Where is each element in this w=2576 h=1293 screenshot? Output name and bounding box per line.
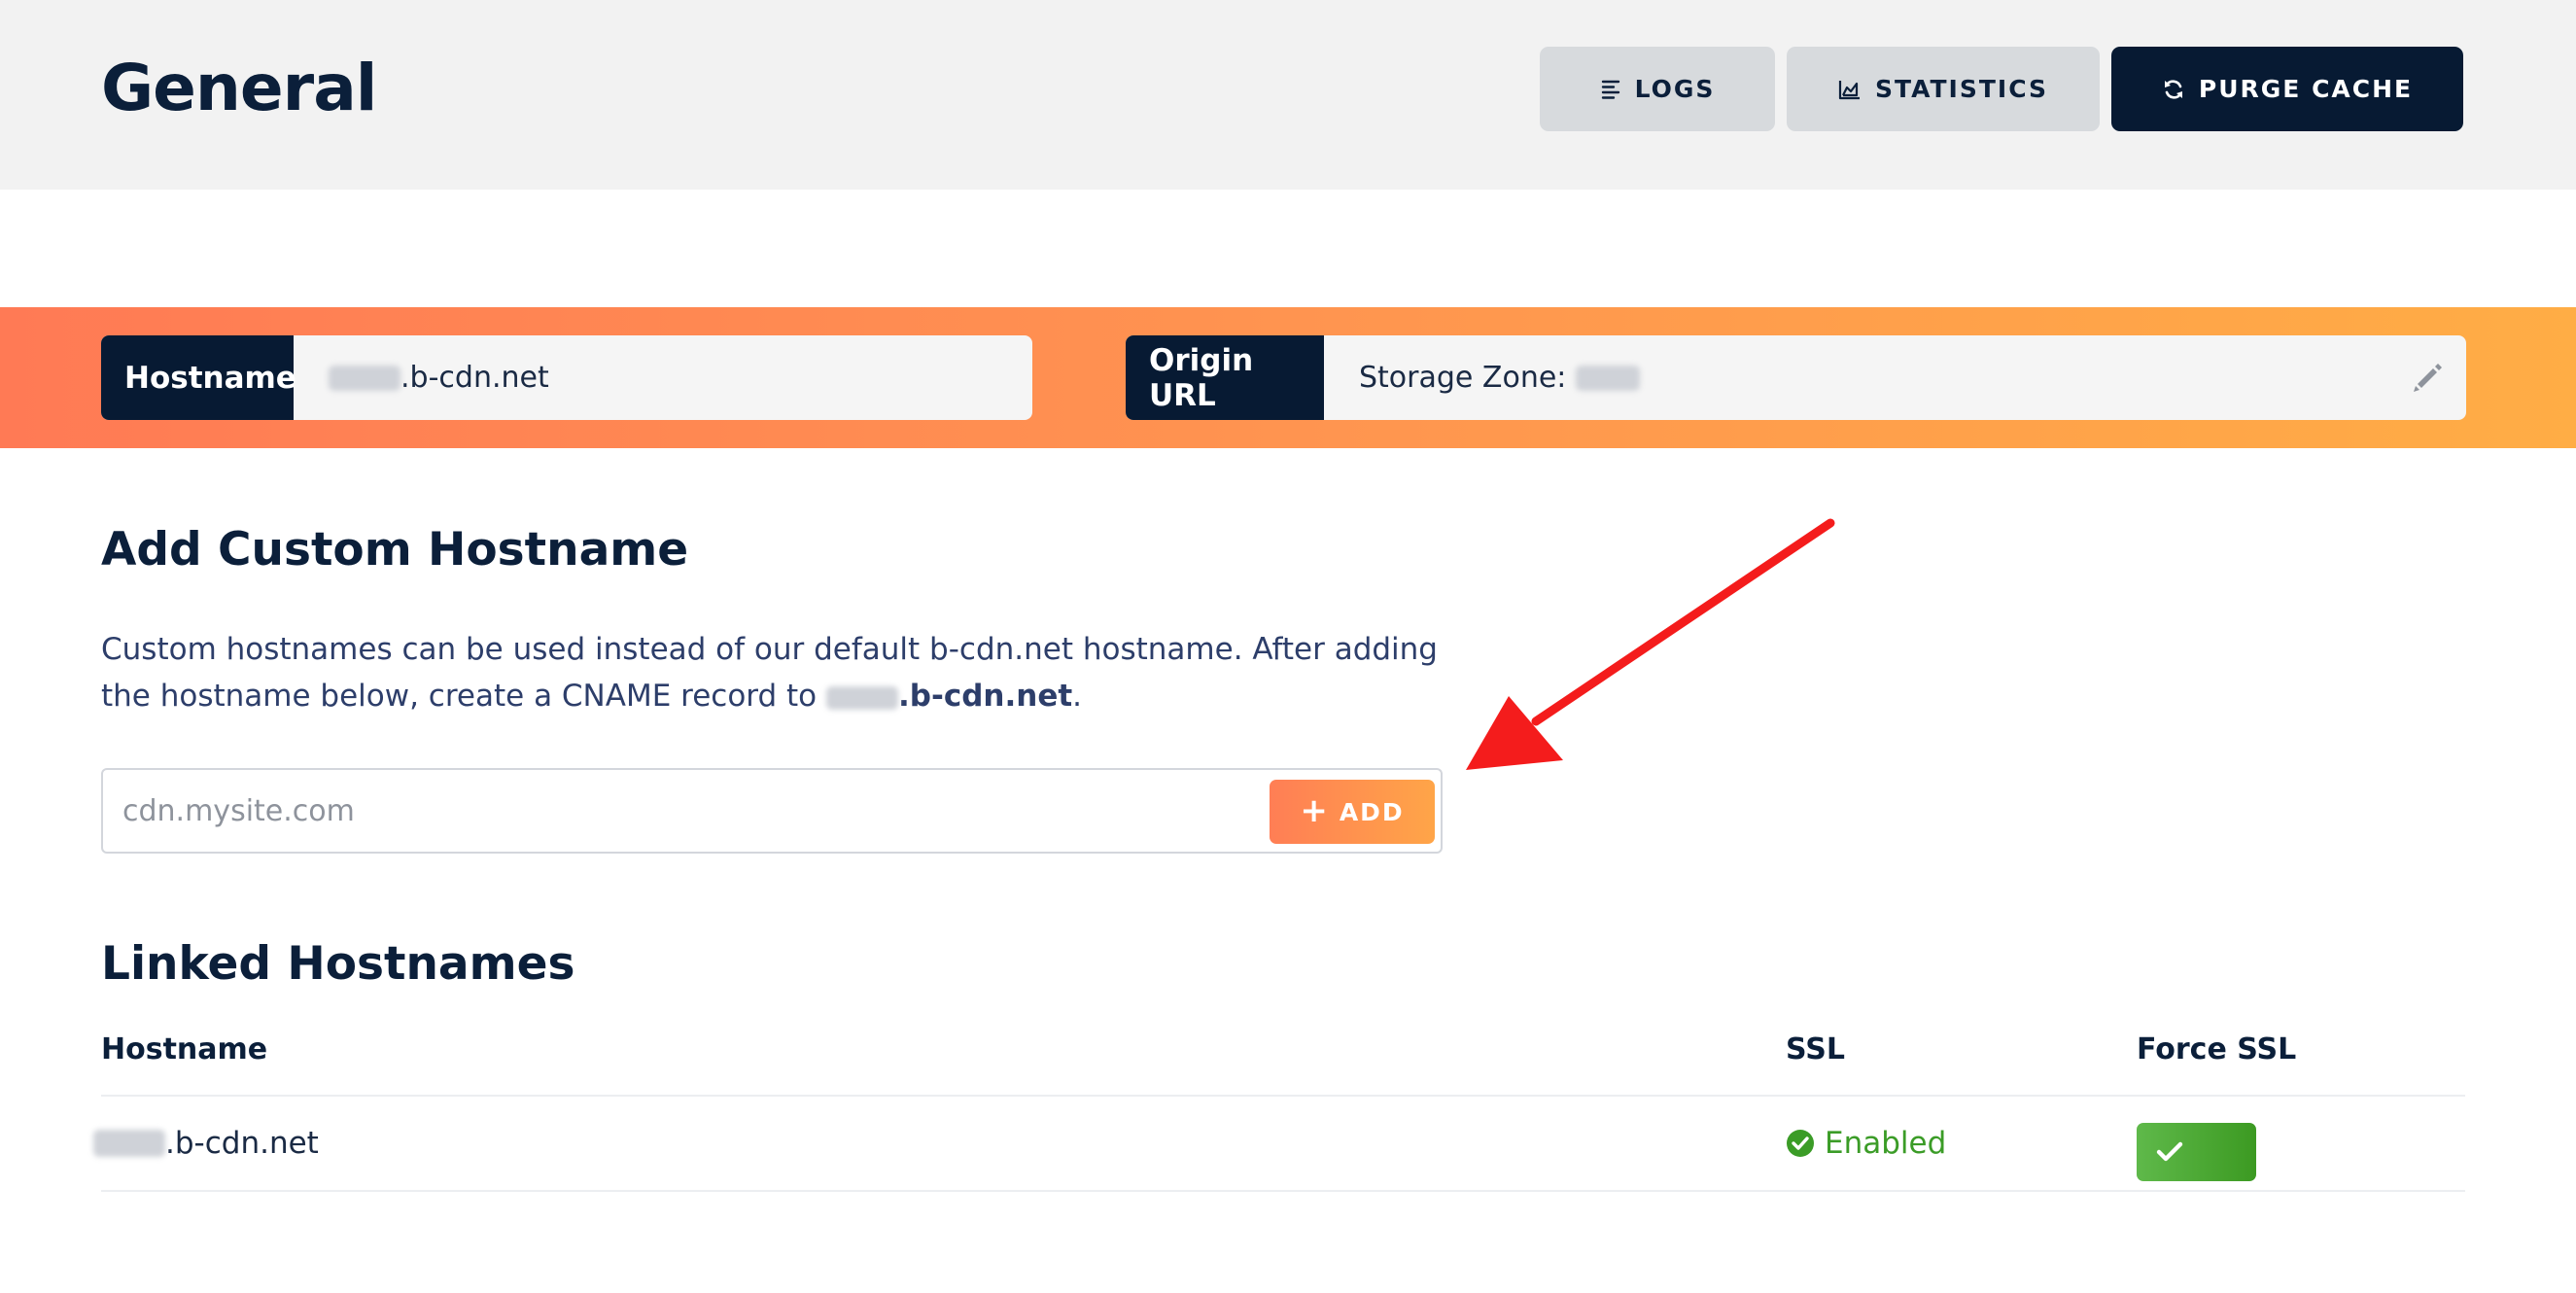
force-ssl-toggle[interactable] xyxy=(2137,1123,2256,1181)
purge-cache-button[interactable]: PURGE CACHE xyxy=(2111,47,2463,131)
custom-hostname-input[interactable] xyxy=(122,784,1143,838)
logs-button[interactable]: LOGS xyxy=(1540,47,1775,131)
table-divider xyxy=(101,1095,2465,1097)
hostname-value: .b-cdn.net xyxy=(294,335,1032,420)
column-header-hostname: Hostname xyxy=(101,1032,268,1066)
refresh-icon xyxy=(2162,78,2185,101)
column-header-force-ssl: Force SSL xyxy=(2137,1032,2297,1066)
column-header-ssl: SSL xyxy=(1786,1032,1845,1066)
purge-cache-button-label: PURGE CACHE xyxy=(2198,75,2414,103)
check-icon xyxy=(2156,1141,2183,1162)
add-hostname-button[interactable]: + ADD xyxy=(1270,780,1435,844)
hostname-label: Hostname xyxy=(101,335,296,420)
top-header: General LOGS STATISTICS PURGE CACHE xyxy=(0,0,2576,190)
redacted-text xyxy=(1576,365,1641,391)
custom-hostname-input-group: + ADD xyxy=(101,768,1443,854)
table-row-ssl-status: Enabled xyxy=(1786,1126,1946,1161)
list-lines-icon xyxy=(1600,79,1621,100)
linked-hostnames-title: Linked Hostnames xyxy=(101,937,575,991)
origin-url-field: Origin URL Storage Zone: xyxy=(1126,335,2466,420)
redacted-text xyxy=(826,685,898,710)
origin-prefix: Storage Zone: xyxy=(1359,361,1567,395)
hostname-suffix: .b-cdn.net xyxy=(400,361,549,395)
plus-icon: + xyxy=(1300,790,1330,830)
redacted-text xyxy=(93,1130,165,1157)
logs-button-label: LOGS xyxy=(1634,75,1716,103)
statistics-button[interactable]: STATISTICS xyxy=(1787,47,2100,131)
statistics-button-label: STATISTICS xyxy=(1874,75,2049,103)
hostname-field: Hostname .b-cdn.net xyxy=(101,335,1032,420)
zone-info-band: Hostname .b-cdn.net Origin URL Storage Z… xyxy=(0,307,2576,448)
add-button-label: ADD xyxy=(1339,797,1405,826)
table-divider xyxy=(101,1190,2465,1192)
check-circle-icon xyxy=(1787,1130,1814,1157)
origin-url-label: Origin URL xyxy=(1126,335,1324,420)
add-custom-hostname-title: Add Custom Hostname xyxy=(101,523,689,577)
area-chart-icon xyxy=(1838,79,1862,100)
table-row-hostname: .b-cdn.net xyxy=(93,1126,319,1161)
origin-url-value: Storage Zone: xyxy=(1324,335,2466,420)
red-arrow-annotation xyxy=(1466,518,1835,770)
redacted-text xyxy=(329,365,400,391)
add-custom-hostname-description: Custom hostnames can be used instead of … xyxy=(101,632,1438,714)
pencil-icon[interactable] xyxy=(2410,359,2447,403)
page-title: General xyxy=(101,51,377,125)
